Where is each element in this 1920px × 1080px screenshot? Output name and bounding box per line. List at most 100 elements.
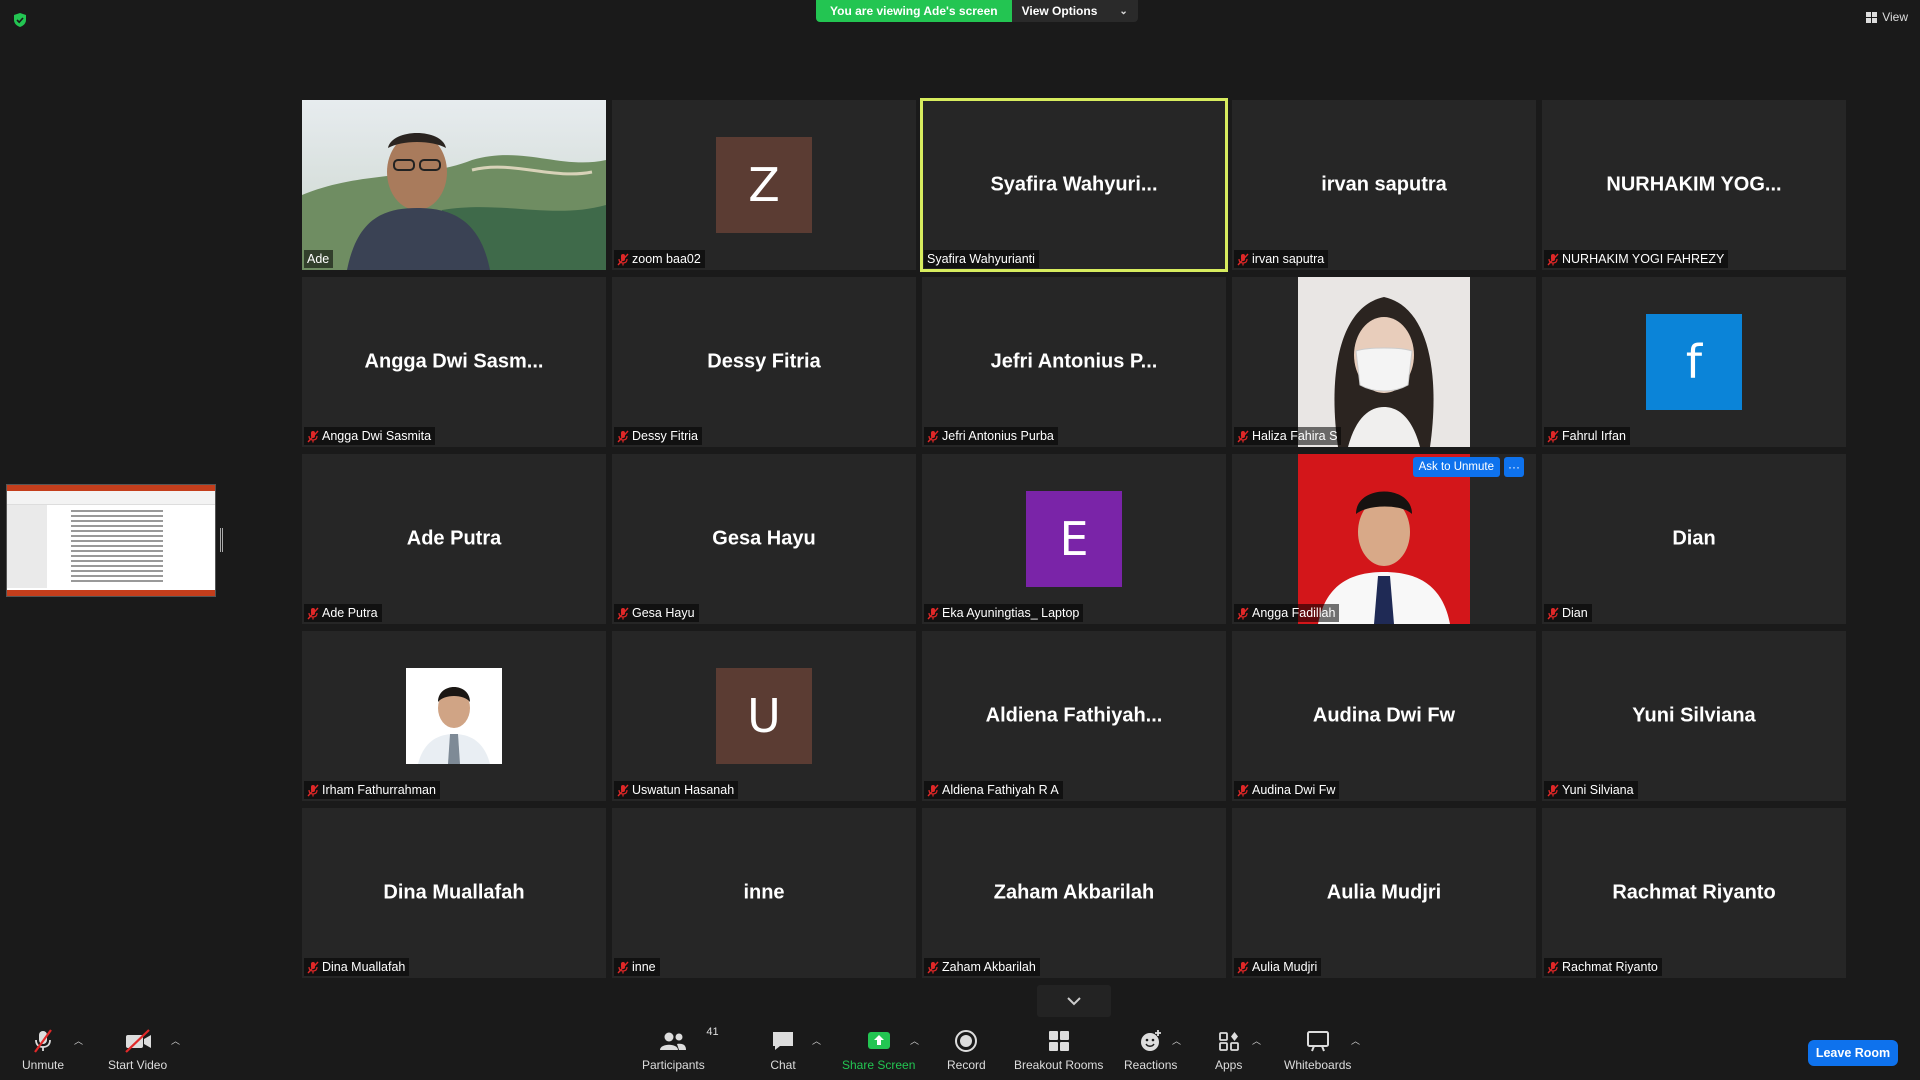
start-video-button[interactable]: Start Video: [108, 1028, 167, 1072]
avatar: U: [716, 668, 812, 764]
participant-tile[interactable]: irvan saputra irvan saputra: [1232, 100, 1536, 270]
participant-name: Eka Ayuningtias_ Laptop: [942, 606, 1080, 620]
participant-tile[interactable]: inne inne: [612, 808, 916, 978]
mic-muted-icon: [1237, 784, 1249, 796]
thumbnail-resize-handle[interactable]: [220, 528, 223, 552]
participant-tile[interactable]: Angga Dwi Sasm... Angga Dwi Sasmita: [302, 277, 606, 447]
profile-photo: [1298, 454, 1470, 624]
unmute-button[interactable]: Unmute: [22, 1028, 64, 1072]
avatar: Z: [716, 137, 812, 233]
whiteboards-options-caret-icon[interactable]: ︿: [1351, 1034, 1360, 1047]
mic-muted-icon: [927, 784, 939, 796]
participant-tile[interactable]: Irham Fathurrahman: [302, 631, 606, 801]
participant-tile[interactable]: Ade: [302, 100, 606, 270]
participant-tile[interactable]: NURHAKIM YOG... NURHAKIM YOGI FAHREZY: [1542, 100, 1846, 270]
participant-tile[interactable]: Jefri Antonius P... Jefri Antonius Purba: [922, 277, 1226, 447]
participant-tile[interactable]: Yuni Silviana Yuni Silviana: [1542, 631, 1846, 801]
participant-name: Irham Fathurrahman: [322, 783, 436, 797]
reactions-options-caret-icon[interactable]: ︿: [1172, 1034, 1181, 1047]
video-options-caret-icon[interactable]: ︿: [171, 1034, 180, 1047]
start-video-label: Start Video: [108, 1058, 168, 1072]
participant-name-tag: Haliza Fahira S: [1234, 427, 1342, 445]
breakout-rooms-button[interactable]: Breakout Rooms: [1014, 1028, 1103, 1072]
participant-name: Dessy Fitria: [632, 429, 698, 443]
audio-options-caret-icon[interactable]: ︿: [74, 1034, 83, 1047]
participant-tile[interactable]: E Eka Ayuningtias_ Laptop: [922, 454, 1226, 624]
whiteboards-button[interactable]: Whiteboards: [1284, 1028, 1351, 1072]
participant-tile[interactable]: Audina Dwi Fw Audina Dwi Fw: [1232, 631, 1536, 801]
participant-name: Uswatun Hasanah: [632, 783, 735, 797]
chat-options-caret-icon[interactable]: ︿: [812, 1034, 821, 1047]
participant-tile[interactable]: Zaham Akbarilah Zaham Akbarilah: [922, 808, 1226, 978]
reactions-button[interactable]: Reactions: [1124, 1028, 1177, 1072]
mic-muted-icon: [1237, 430, 1249, 442]
participant-tile[interactable]: Ade Putra Ade Putra: [302, 454, 606, 624]
participant-name: Fahrul Irfan: [1562, 429, 1626, 443]
ask-to-unmute-button[interactable]: Ask to Unmute: [1412, 457, 1500, 477]
gallery-next-page-button[interactable]: [1037, 985, 1111, 1017]
record-button[interactable]: Record: [947, 1028, 986, 1072]
participant-tile[interactable]: Syafira Wahyuri... Syafira Wahyurianti: [920, 98, 1228, 272]
participant-display-name: Yuni Silviana: [1632, 704, 1756, 727]
more-options-button[interactable]: ···: [1504, 457, 1524, 477]
participant-tile[interactable]: Dessy Fitria Dessy Fitria: [612, 277, 916, 447]
participant-tile[interactable]: f Fahrul Irfan: [1542, 277, 1846, 447]
avatar: E: [1026, 491, 1122, 587]
shared-screen-thumbnail[interactable]: [6, 484, 216, 597]
participant-tile[interactable]: Dian Dian: [1542, 454, 1846, 624]
participant-name-tag: Syafira Wahyurianti: [924, 250, 1039, 268]
participant-display-name: Audina Dwi Fw: [1312, 704, 1456, 727]
meeting-toolbar: Unmute ︿ Start Video ︿ 41 Participants C…: [0, 1020, 1920, 1080]
breakout-rooms-icon: [1048, 1031, 1069, 1051]
gallery-view-grid: Ade Zzoom baa02 Syafira Wahyuri... Syafira …: [302, 98, 1846, 978]
shield-icon[interactable]: [12, 12, 28, 28]
participant-tile[interactable]: Aulia Mudjri Aulia Mudjri: [1232, 808, 1536, 978]
mic-muted-icon: [1237, 607, 1249, 619]
participant-name-tag: zoom baa02: [614, 250, 705, 268]
mic-muted-icon: [34, 1029, 52, 1053]
participant-name: Rachmat Riyanto: [1562, 960, 1658, 974]
viewing-screen-label: You are viewing Ade's screen: [816, 0, 1012, 22]
participant-tile[interactable]: Zzoom baa02: [612, 100, 916, 270]
view-options-button[interactable]: View Options ⌄: [1011, 0, 1138, 22]
participant-tile[interactable]: Dina Muallafah Dina Muallafah: [302, 808, 606, 978]
participant-name: Audina Dwi Fw: [1252, 783, 1336, 797]
share-screen-button[interactable]: Share Screen: [842, 1028, 915, 1072]
view-button[interactable]: View: [1866, 10, 1908, 24]
chat-icon: [773, 1032, 793, 1050]
participant-name-tag: irvan saputra: [1234, 250, 1329, 268]
participants-button[interactable]: 41 Participants: [642, 1026, 719, 1072]
participant-name: Syafira Wahyurianti: [927, 252, 1035, 266]
participant-name-tag: NURHAKIM YOGI FAHREZY: [1544, 250, 1729, 268]
mic-muted-icon: [617, 430, 629, 442]
apps-button[interactable]: Apps: [1215, 1028, 1242, 1072]
participant-tile[interactable]: Rachmat Riyanto Rachmat Riyanto: [1542, 808, 1846, 978]
participant-tile[interactable]: Haliza Fahira S: [1232, 277, 1536, 447]
whiteboard-icon: [1306, 1031, 1329, 1052]
participant-name-tag: Ade Putra: [304, 604, 382, 622]
zoom-meeting-window: You are viewing Ade's screen View Option…: [0, 0, 1920, 1080]
participant-name-tag: Aldiena Fathiyah R A: [924, 781, 1063, 799]
participant-tile[interactable]: U Uswatun Hasanah: [612, 631, 916, 801]
grid-view-icon: [1866, 11, 1878, 23]
chat-button[interactable]: Chat: [770, 1028, 796, 1072]
participant-name-tag: Jefri Antonius Purba: [924, 427, 1058, 445]
mic-muted-icon: [307, 430, 319, 442]
mic-muted-icon: [1547, 961, 1559, 973]
participant-tile[interactable]: Angga Fadillah Ask to Unmute ···: [1232, 454, 1536, 624]
share-options-caret-icon[interactable]: ︿: [910, 1034, 919, 1047]
participant-name: Gesa Hayu: [632, 606, 695, 620]
apps-options-caret-icon[interactable]: ︿: [1252, 1034, 1261, 1047]
mic-muted-icon: [927, 961, 939, 973]
participant-name: Dian: [1562, 606, 1588, 620]
participant-display-name: Jefri Antonius P...: [990, 350, 1158, 373]
participant-name-tag: Audina Dwi Fw: [1234, 781, 1340, 799]
leave-room-button[interactable]: Leave Room: [1808, 1040, 1898, 1066]
mic-muted-icon: [617, 961, 629, 973]
mic-muted-icon: [307, 607, 319, 619]
chevron-down-icon: ⌄: [1119, 5, 1128, 17]
participant-display-name: Ade Putra: [406, 527, 502, 550]
participant-name-tag: Angga Dwi Sasmita: [304, 427, 436, 445]
participant-tile[interactable]: Gesa Hayu Gesa Hayu: [612, 454, 916, 624]
participant-tile[interactable]: Aldiena Fathiyah... Aldiena Fathiyah R A: [922, 631, 1226, 801]
